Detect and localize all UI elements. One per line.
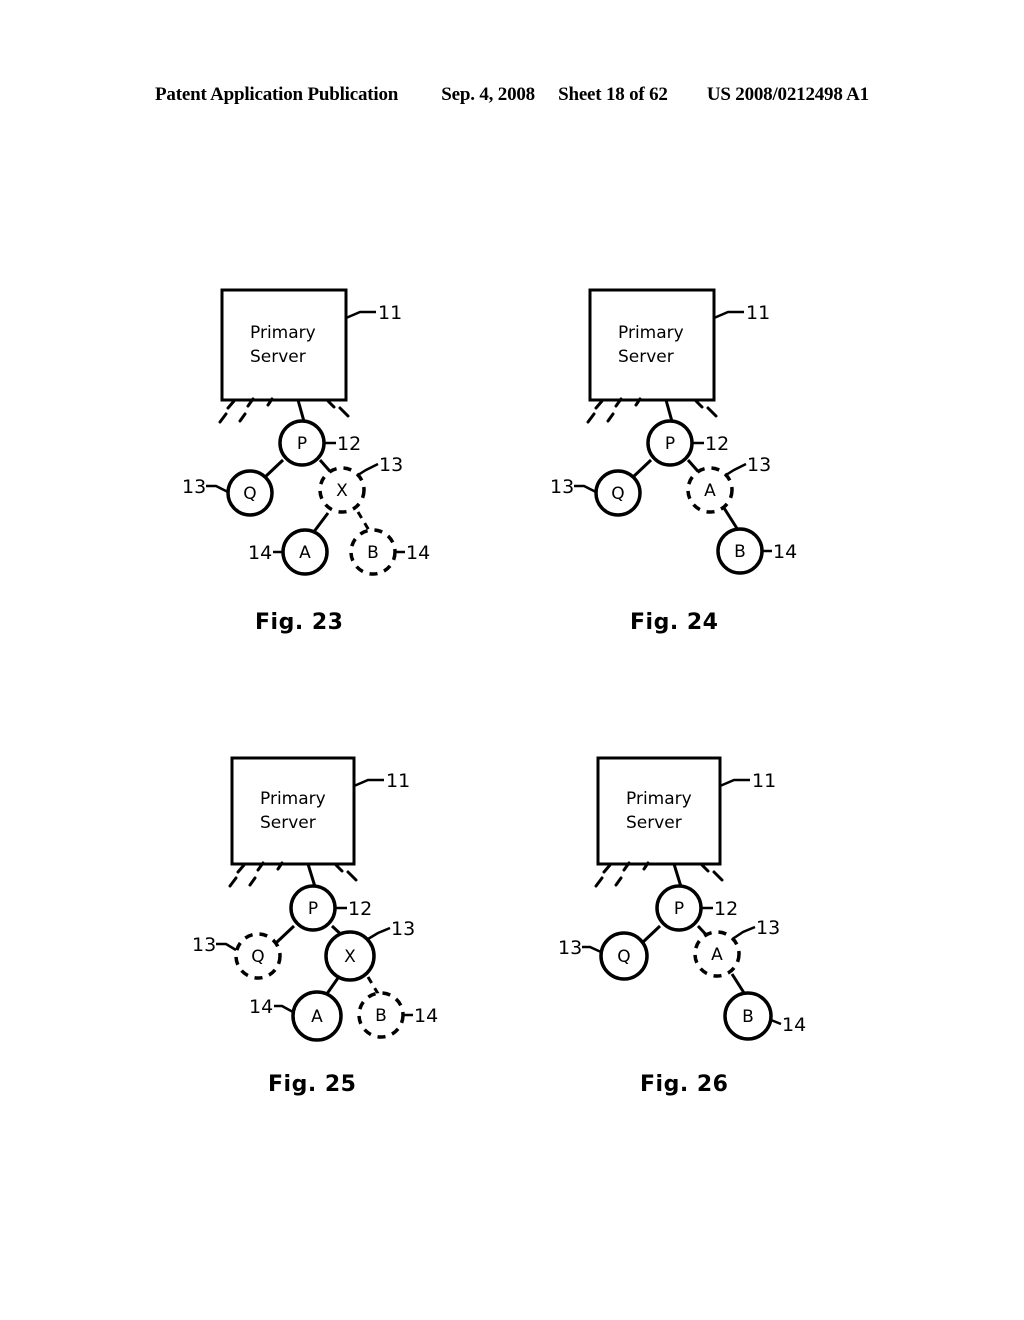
fig25-node-Q-label: Q xyxy=(251,947,264,967)
header-sheet-text: Sheet 18 of 62 xyxy=(558,84,668,105)
figure-23: Primary Server 11 P 12 Q 13 X 13 A 14 B … xyxy=(180,280,460,635)
fig24-node-P-label: P xyxy=(665,434,675,454)
fig25-ref-13-right-leader xyxy=(367,926,391,941)
header-date-text: Sep. 4, 2008 xyxy=(441,84,535,105)
fig25-ref-13-right: 13 xyxy=(391,918,415,940)
publication-header: Patent Application Publication Sep. 4, 2… xyxy=(0,84,1024,106)
fig26-ref-13-left: 13 xyxy=(558,937,582,959)
figure-25-drawing: Primary Server 11 P 12 Q 13 X 13 A 14 B … xyxy=(192,756,438,1042)
fig23-ref-13-right-leader xyxy=(357,462,379,477)
fig24-server-label-line1: Primary xyxy=(618,323,684,343)
fig26-ref-13-left-leader xyxy=(582,945,602,954)
figure-23-caption: Fig. 23 xyxy=(255,610,344,635)
fig24-server-label-line2: Server xyxy=(618,347,674,367)
fig26-ref-14: 14 xyxy=(782,1014,806,1036)
fig26-ref-11-leader xyxy=(719,778,750,788)
fig23-ref-12: 12 xyxy=(337,433,361,455)
fig26-connection-hatches xyxy=(594,861,724,888)
fig24-ref-12: 12 xyxy=(705,433,729,455)
fig25-node-X-label: X xyxy=(344,947,356,967)
fig23-ref-11-leader xyxy=(345,310,376,320)
fig26-ref-12: 12 xyxy=(714,898,738,920)
fig26-node-P-label: P xyxy=(674,899,684,919)
fig24-ref-13-right: 13 xyxy=(747,454,771,476)
fig26-ref-13-right-leader xyxy=(733,925,756,940)
fig25-node-A-label: A xyxy=(311,1007,323,1027)
fig24-edge-P-Q xyxy=(630,458,653,480)
fig23-server-label-line2: Server xyxy=(250,347,306,367)
figure-25: Primary Server 11 P 12 Q 13 X 13 A 14 B … xyxy=(190,748,470,1097)
fig25-primary-server-box xyxy=(230,756,356,866)
fig26-ref-13-right: 13 xyxy=(756,917,780,939)
fig25-server-label-line2: Server xyxy=(260,813,316,833)
fig26-edge-P-Q xyxy=(640,924,662,945)
fig23-ref-13-left: 13 xyxy=(182,476,206,498)
fig24-ref-11: 11 xyxy=(746,302,770,324)
fig23-ref-11: 11 xyxy=(378,302,402,324)
fig23-edge-X-B xyxy=(356,511,372,533)
fig23-edge-P-Q xyxy=(262,458,285,480)
fig26-primary-server-box xyxy=(596,756,722,866)
fig26-ref-14-leader xyxy=(770,1018,782,1026)
figure-26-caption: Fig. 26 xyxy=(640,1072,729,1097)
fig26-node-A-label: A xyxy=(711,945,723,965)
fig25-ref-11: 11 xyxy=(386,770,410,792)
fig26-node-B-label: B xyxy=(742,1007,754,1027)
figure-26: Primary Server 11 P 12 Q 13 A 13 B 14 Fi… xyxy=(556,748,836,1097)
fig23-ref-14-right: 14 xyxy=(406,542,430,564)
fig24-ref-13-left: 13 xyxy=(550,476,574,498)
fig23-ref-13-right: 13 xyxy=(379,454,403,476)
figure-24-caption: Fig. 24 xyxy=(630,610,719,635)
fig23-node-A-label: A xyxy=(299,543,311,563)
fig24-ref-13-right-leader xyxy=(725,462,747,477)
fig26-node-Q-label: Q xyxy=(617,947,630,967)
fig25-edge-P-Q xyxy=(274,924,296,945)
fig23-node-Q-label: Q xyxy=(243,484,256,504)
figure-23-drawing: Primary Server 11 P 12 Q 13 X 13 A 14 B … xyxy=(182,288,430,576)
fig23-node-P-label: P xyxy=(297,434,307,454)
fig24-connection-hatches xyxy=(586,397,718,424)
header-patent-number-text: US 2008/0212498 A1 xyxy=(706,84,869,105)
figure-24: Primary Server 11 P 12 Q 13 A 13 B 14 Fi… xyxy=(548,280,828,635)
fig26-server-label-line1: Primary xyxy=(626,789,692,809)
fig24-node-A-label: A xyxy=(704,481,716,501)
figure-26-drawing: Primary Server 11 P 12 Q 13 A 13 B 14 xyxy=(558,756,806,1041)
fig24-node-Q-label: Q xyxy=(611,484,624,504)
patent-drawing-page: Patent Application Publication Sep. 4, 2… xyxy=(0,0,1024,1320)
fig25-ref-12: 12 xyxy=(348,898,372,920)
fig25-server-label-line1: Primary xyxy=(260,789,326,809)
fig25-ref-14-right: 14 xyxy=(414,1005,438,1027)
fig23-node-X-label: X xyxy=(336,481,348,501)
fig23-ref-13-left-leader xyxy=(206,484,229,494)
fig24-node-B-label: B xyxy=(734,542,746,562)
fig25-ref-14-left-leader xyxy=(274,1004,294,1014)
fig24-edge-A-B xyxy=(722,507,740,531)
fig24-ref-14: 14 xyxy=(773,541,797,563)
fig23-connection-hatches xyxy=(218,397,350,424)
fig25-node-B-label: B xyxy=(375,1006,387,1026)
fig25-node-P-label: P xyxy=(308,899,318,919)
figure-25-caption: Fig. 25 xyxy=(268,1072,357,1097)
fig24-primary-server-box xyxy=(588,288,716,402)
fig23-server-label-line1: Primary xyxy=(250,323,316,343)
fig23-primary-server-box xyxy=(220,288,348,402)
fig25-connection-hatches xyxy=(228,861,358,888)
fig25-ref-14-left: 14 xyxy=(249,996,273,1018)
fig25-ref-13-left-leader xyxy=(216,942,237,952)
figure-24-drawing: Primary Server 11 P 12 Q 13 A 13 B 14 xyxy=(550,288,797,575)
header-publication-text: Patent Application Publication xyxy=(155,84,399,105)
fig26-ref-11: 11 xyxy=(752,770,776,792)
fig25-ref-11-leader xyxy=(353,778,384,788)
fig25-ref-13-left: 13 xyxy=(192,934,216,956)
fig24-ref-13-left-leader xyxy=(574,484,597,494)
fig23-node-B-label: B xyxy=(367,543,379,563)
fig24-ref-11-leader xyxy=(713,310,744,320)
fig23-edge-X-A xyxy=(311,512,330,534)
fig26-server-label-line2: Server xyxy=(626,813,682,833)
fig23-ref-14-left: 14 xyxy=(248,542,272,564)
